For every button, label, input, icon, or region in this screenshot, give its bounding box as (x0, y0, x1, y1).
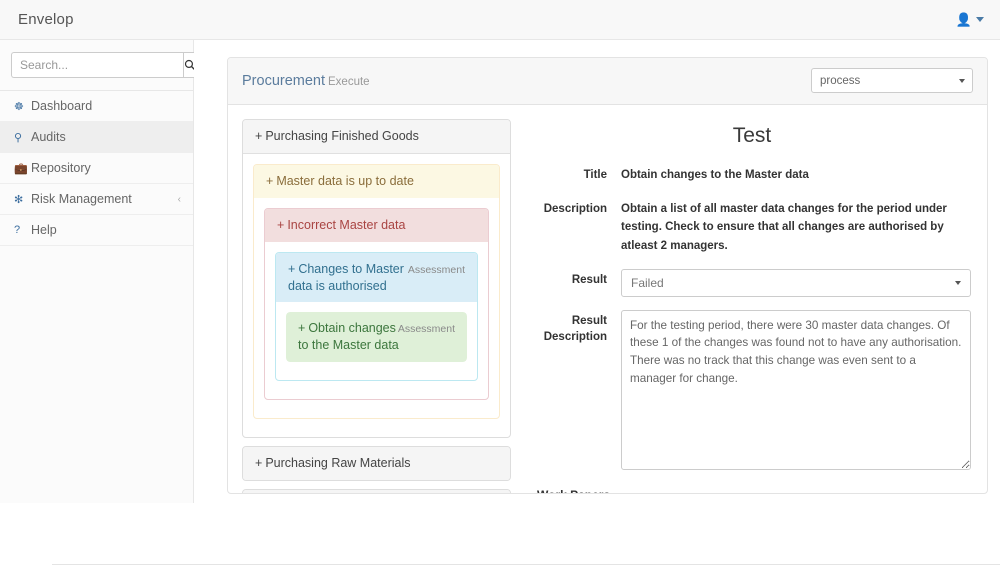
sidebar: ☸ Dashboard ⚲ Audits 💼 Repository ✻ Risk… (0, 40, 197, 503)
form-row-title: Title Obtain changes to the Master data (533, 164, 971, 185)
sidebar-item-risk-management[interactable]: ✻ Risk Management ‹ (0, 184, 193, 215)
tree-node-header[interactable]: + Incorrect Master data (265, 208, 488, 242)
expand-plus-icon: + (298, 321, 306, 336)
chevron-left-icon: ‹ (177, 193, 181, 205)
tree-node-header[interactable]: +Inventory (Stock) (243, 490, 510, 493)
tree-node-body: Assessment + Obtain changes to the Master… (276, 302, 477, 380)
caret-down-icon (976, 17, 984, 22)
tree-node-label: Incorrect Master data (287, 217, 406, 232)
sidebar-item-dashboard[interactable]: ☸ Dashboard (0, 91, 193, 122)
tree-node-obtain-changes: Assessment + Obtain changes to the Master… (286, 312, 467, 363)
panel-subtitle-text: Execute (328, 75, 370, 88)
process-select-wrap: process (811, 68, 973, 93)
form-row-result: Result Failed (533, 268, 971, 297)
tree-node-incorrect-master-data: + Incorrect Master data Assessment + Chang… (264, 207, 489, 401)
dashboard-icon: ☸ (14, 100, 24, 113)
magnifier-icon: ⚲ (14, 131, 23, 144)
panel-header: Procurement Execute process (228, 58, 987, 105)
sidebar-item-label: Dashboard (31, 99, 93, 113)
result-select[interactable]: Failed (621, 268, 971, 297)
top-navbar: Envelop 👤 (0, 0, 1000, 40)
asterisk-icon: ✻ (14, 193, 24, 206)
procurement-panel: Procurement Execute process + Purchasing F… (227, 57, 988, 494)
result-label: Result (571, 273, 607, 286)
form-row-result-description: Result Description For the testing perio… (533, 309, 971, 475)
tree-node-tag: Assessment (397, 323, 455, 336)
app-brand[interactable]: Envelop (18, 11, 74, 28)
description-value: Obtain a list of all master data changes… (621, 202, 947, 252)
search-input[interactable] (11, 52, 183, 78)
form-row-description: Description Obtain a list of all master … (533, 198, 971, 256)
tree-node-header[interactable]: Assessment + Obtain changes to the Master… (286, 312, 467, 363)
tree-node-header[interactable]: + Purchasing Finished Goods (243, 120, 510, 154)
sidebar-item-repository[interactable]: 💼 Repository (0, 153, 193, 184)
result-select-wrap: Failed (621, 268, 971, 297)
tree-node-header[interactable]: Assessment + Changes to Master data is au… (276, 252, 477, 303)
user-icon: 👤 (955, 12, 972, 27)
main-content: Procurement Execute process + Purchasing F… (194, 40, 1000, 503)
expand-plus-icon: + (255, 129, 263, 143)
tree-node-body: + Master data is up to date + Incorrect Ma… (243, 154, 510, 437)
tree-node-purchasing-raw-materials: + Purchasing Raw Materials (242, 446, 511, 481)
page-title: Procurement Execute (242, 73, 370, 89)
sidebar-item-label: Risk Management (31, 192, 132, 206)
process-tree: + Purchasing Finished Goods + Master data … (242, 119, 511, 493)
tree-node-label: Obtain changes to the Master data (298, 321, 399, 353)
sidebar-item-label: Repository (31, 161, 91, 175)
panel-title-text: Procurement (242, 72, 326, 89)
tree-node-body: + Incorrect Master data Assessment + Chang… (254, 198, 499, 418)
title-label: Title (583, 169, 607, 181)
user-menu[interactable]: 👤 (956, 13, 988, 26)
expand-plus-icon: + (288, 261, 296, 276)
tree-node-purchasing-finished-goods: + Purchasing Finished Goods + Master data … (242, 119, 511, 439)
tree-node-changes-authorised: Assessment + Changes to Master data is au… (275, 251, 478, 382)
tree-node-header[interactable]: + Master data is up to date (254, 164, 499, 198)
work-papers-section: Work Papers Choose file No file chosen (533, 488, 971, 494)
expand-plus-icon: + (255, 456, 263, 471)
result-description-label: Result Description (543, 314, 607, 343)
tree-node-label: Purchasing Raw Materials (265, 456, 411, 471)
sidebar-search (0, 40, 197, 91)
description-label: Description (543, 202, 607, 215)
sidebar-item-label: Help (31, 223, 57, 237)
tree-node-master-data-up-to-date: + Master data is up to date + Incorrect Ma… (253, 163, 500, 420)
tree-node-body: Assessment + Changes to Master data is au… (265, 242, 488, 399)
result-description-textarea[interactable]: For the testing period, there were 30 ma… (621, 309, 971, 470)
page-layout: ☸ Dashboard ⚲ Audits 💼 Repository ✻ Risk… (0, 40, 1000, 503)
question-icon: ? (14, 224, 21, 236)
tree-node-label: Master data is up to date (276, 173, 414, 188)
tree-node-inventory-stock: +Inventory (Stock) (242, 489, 511, 493)
form-title: Test (732, 124, 772, 147)
panel-body: + Purchasing Finished Goods + Master data … (228, 105, 987, 494)
work-papers-label: Work Papers (537, 488, 971, 494)
sidebar-item-label: Audits (31, 130, 66, 144)
tree-node-label: Purchasing Finished Goods (265, 129, 419, 143)
expand-plus-icon: + (266, 173, 274, 188)
test-form: Test Title Obtain changes to the Master … (511, 119, 971, 494)
sidebar-nav: ☸ Dashboard ⚲ Audits 💼 Repository ✻ Risk… (0, 91, 193, 246)
sidebar-item-help[interactable]: ? Help (0, 215, 193, 246)
tree-node-header[interactable]: + Purchasing Raw Materials (243, 447, 510, 480)
expand-plus-icon: + (277, 217, 285, 232)
process-select[interactable]: process (811, 68, 973, 93)
tree-node-label: Changes to Master data is authorised (288, 261, 404, 293)
sidebar-item-audits[interactable]: ⚲ Audits (0, 122, 193, 153)
briefcase-icon: 💼 (14, 162, 28, 175)
tree-node-tag: Assessment (407, 263, 465, 276)
footer-divider (52, 564, 1000, 565)
title-value: Obtain changes to the Master data (621, 169, 809, 181)
